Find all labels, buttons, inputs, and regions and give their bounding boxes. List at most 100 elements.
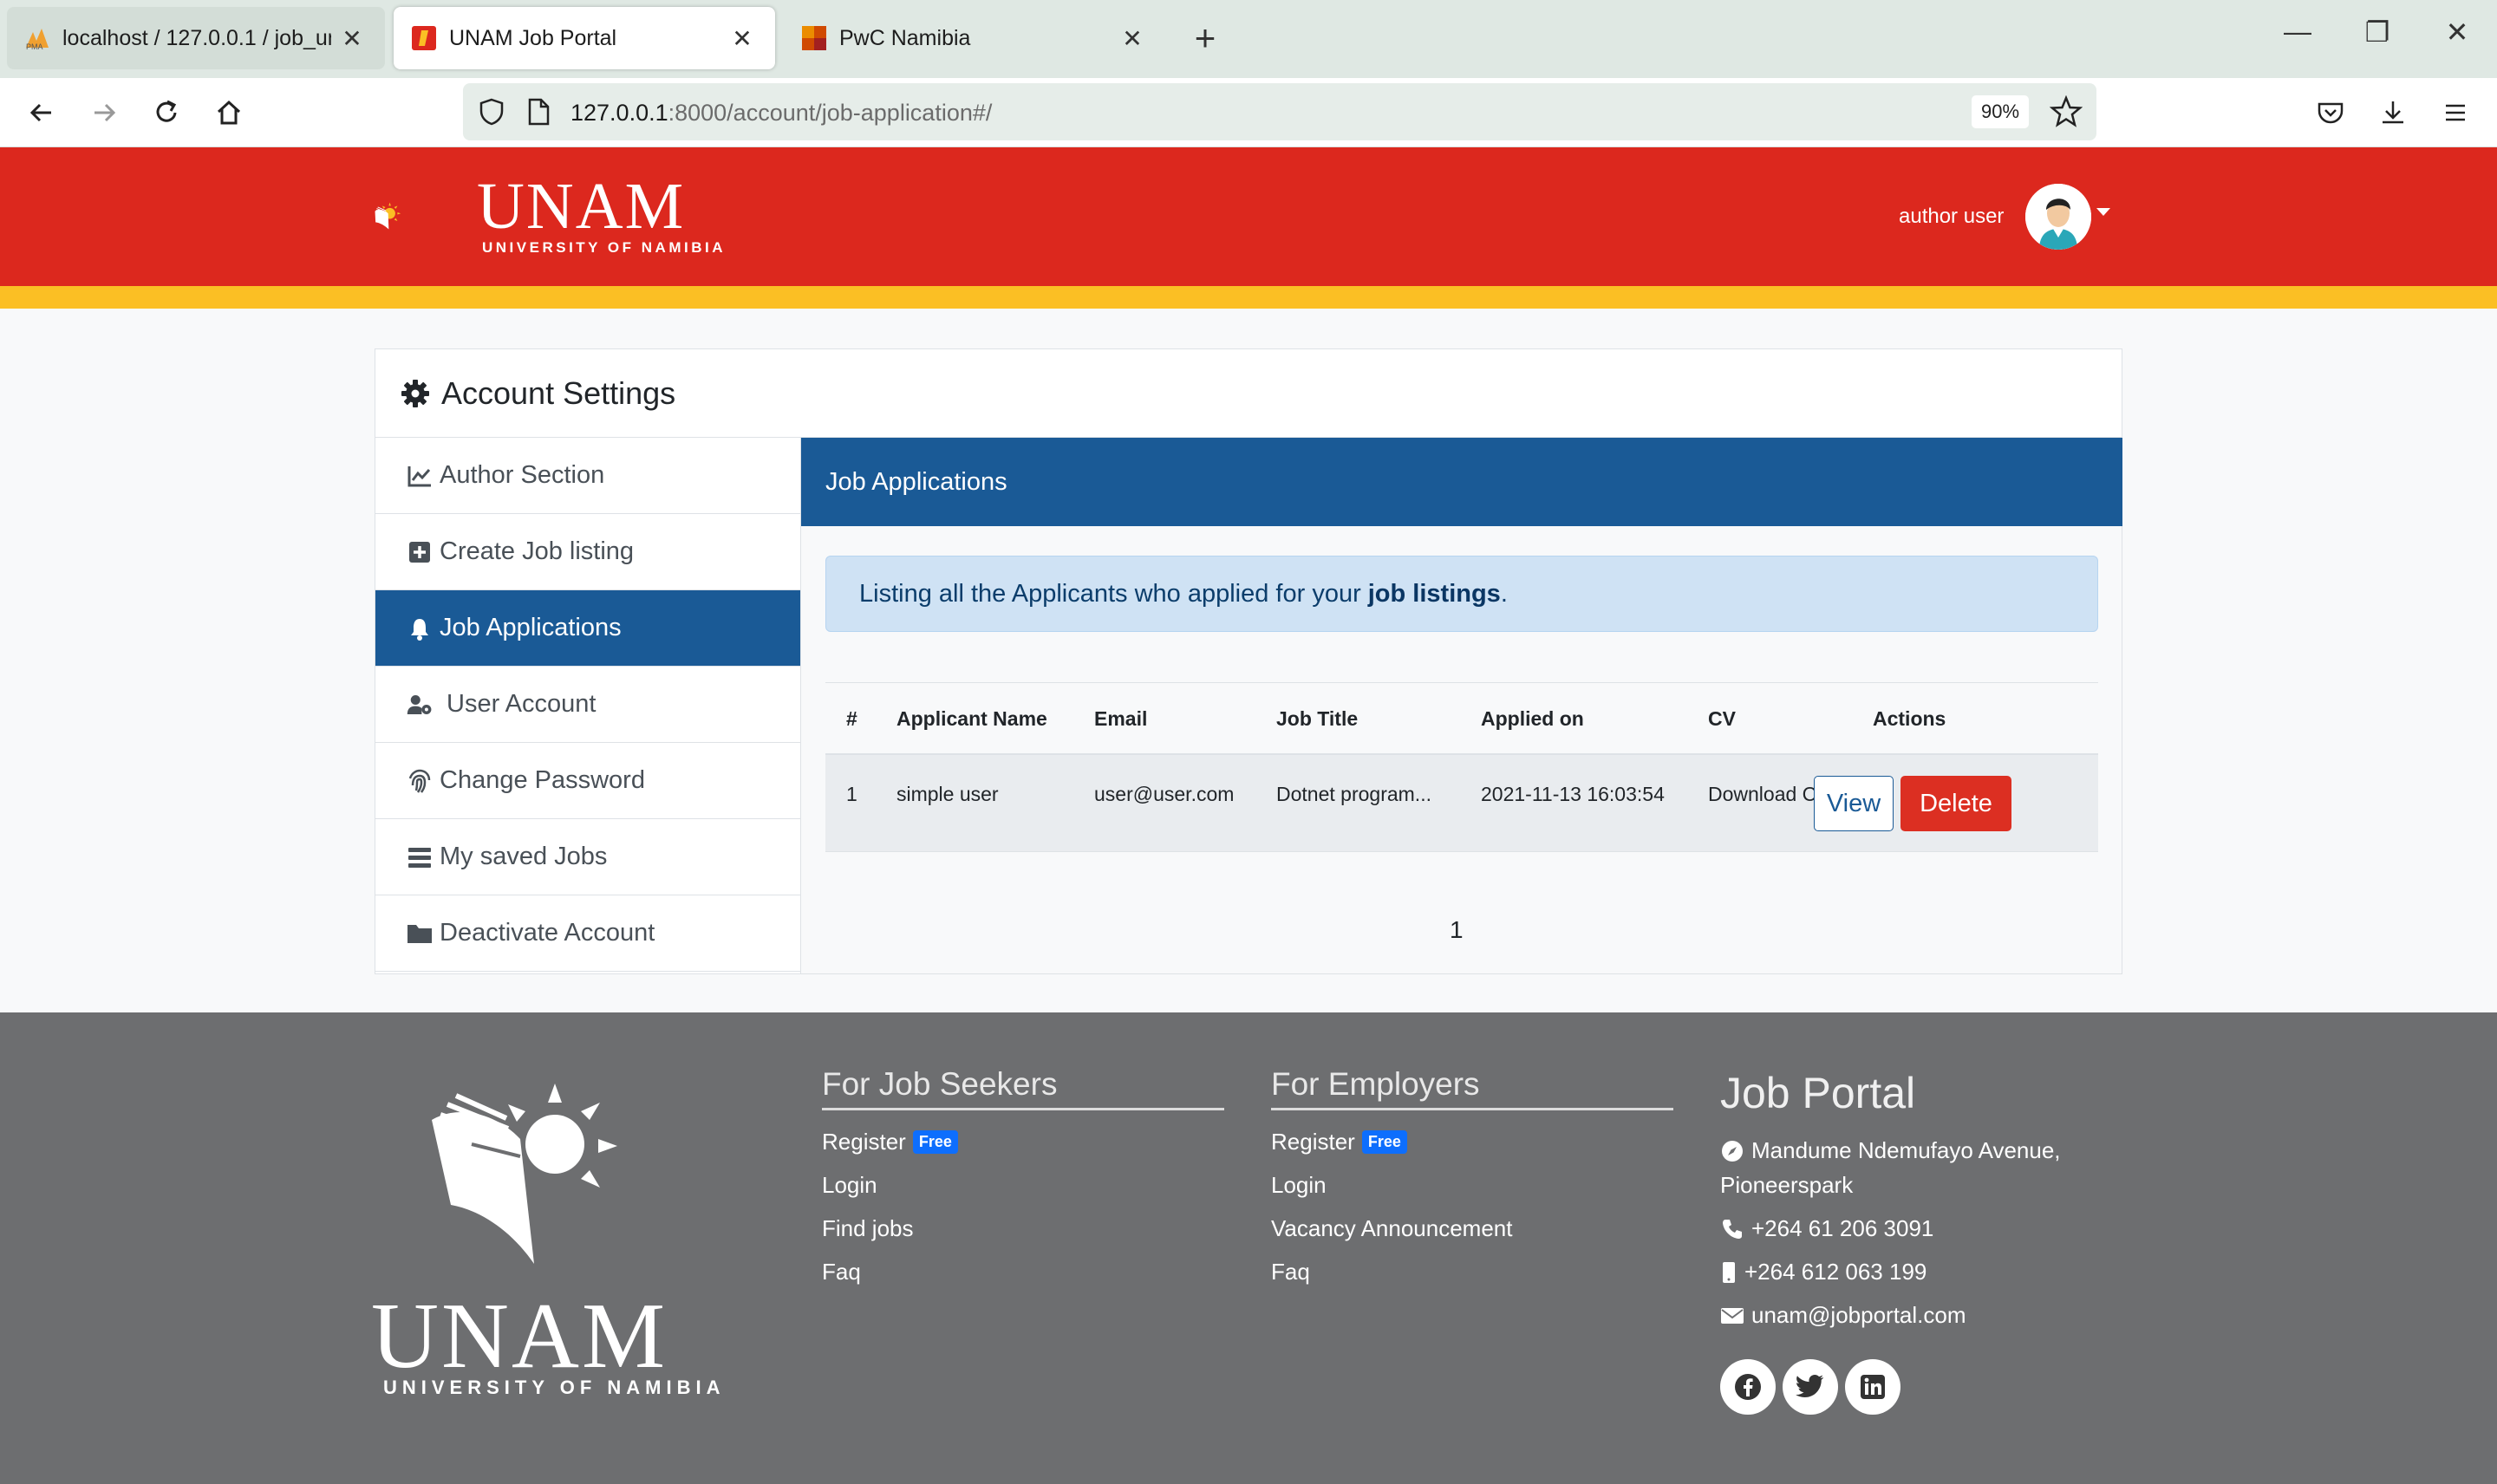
facebook-link[interactable] (1720, 1359, 1776, 1415)
pwc-favicon-icon (802, 26, 826, 50)
menu-button[interactable] (2436, 94, 2474, 132)
view-button[interactable]: View (1814, 776, 1894, 831)
sidebar-item-create-job-listing[interactable]: Create Job listing (375, 514, 800, 590)
info-alert: Listing all the Applicants who applied f… (825, 556, 2098, 632)
tab-title: localhost / 127.0.0.1 / job_unam (62, 25, 331, 50)
restore-window-button[interactable]: ❐ (2351, 16, 2403, 49)
browser-tab-pwc[interactable]: PwC Namibia ✕ (784, 7, 1165, 69)
forward-button[interactable] (85, 94, 123, 132)
home-button[interactable] (210, 94, 248, 132)
sidebar-item-label: Deactivate Account (440, 919, 655, 947)
account-settings-card: Account Settings Author Section Create J… (375, 348, 2122, 974)
free-badge: Free (1361, 1130, 1407, 1154)
minimize-window-button[interactable]: — (2272, 16, 2324, 48)
sidebar-item-label: Create Job listing (440, 537, 635, 565)
plus-square-icon (409, 541, 430, 563)
compass-icon (1722, 1140, 1743, 1162)
close-window-button[interactable]: ✕ (2431, 16, 2483, 49)
job-title: Dotnet program... (1276, 783, 1431, 805)
gear-icon (401, 379, 429, 407)
delete-button[interactable]: Delete (1900, 776, 2011, 831)
page-icon (528, 98, 550, 126)
arrow-right-icon (95, 103, 116, 122)
column-header: Email (1094, 707, 1148, 730)
zoom-level[interactable]: 90% (1972, 95, 2029, 128)
footer-seeker-register-link[interactable]: Register Free (822, 1129, 958, 1155)
footer-employer-login-link[interactable]: Login (1271, 1172, 1327, 1199)
footer-job-portal-title: Job Portal (1720, 1069, 1916, 1117)
chart-line-icon (407, 465, 431, 486)
download-cv-link[interactable]: Download CV (1708, 783, 1830, 806)
downloads-button[interactable] (2374, 94, 2412, 132)
site-footer (0, 1012, 2497, 1484)
unam-logo-icon[interactable] (373, 165, 477, 269)
star-bookmark-icon[interactable] (2050, 95, 2083, 128)
card-title: Account Settings (441, 374, 676, 411)
unam-favicon-icon (412, 26, 436, 50)
bell-icon (411, 618, 428, 641)
footer-seeker-faq-link[interactable]: Faq (822, 1259, 861, 1285)
job-applications-panel: Job Applications Listing all the Applica… (800, 438, 2122, 973)
back-button[interactable] (23, 94, 61, 132)
footer-employer-register-link[interactable]: Register Free (1271, 1129, 1407, 1155)
sidebar-item-label: Change Password (440, 766, 645, 794)
footer-vacancy-link[interactable]: Vacancy Announcement (1271, 1215, 1512, 1242)
applicant-email: user@user.com (1094, 783, 1235, 805)
browser-tab-unam[interactable]: UNAM Job Portal ✕ (394, 7, 775, 69)
reload-icon (156, 100, 177, 122)
user-avatar[interactable] (2025, 184, 2091, 250)
footer-address-line2: Pioneerspark (1720, 1172, 1854, 1198)
footer-find-jobs-link[interactable]: Find jobs (822, 1215, 914, 1242)
footer-seeker-login-link[interactable]: Login (822, 1172, 877, 1199)
phone-icon (1723, 1219, 1742, 1239)
account-sidebar: Author Section Create Job listing Job Ap… (375, 438, 800, 972)
sidebar-item-label: User Account (447, 690, 597, 718)
user-menu-caret-icon[interactable] (2096, 208, 2110, 216)
hamburger-menu-icon (2446, 104, 2465, 121)
footer-logo-subtitle: UNIVERSITY OF NAMIBIA (383, 1377, 726, 1398)
sidebar-item-deactivate-account[interactable]: Deactivate Account (375, 895, 800, 972)
alert-bold-text: job listings (1367, 579, 1501, 608)
sidebar-item-label: Author Section (440, 461, 605, 489)
user-cog-icon (407, 694, 432, 714)
sidebar-item-author-section[interactable]: Author Section (375, 438, 800, 514)
tab-close-icon[interactable]: ✕ (340, 24, 364, 53)
footer-employer-faq-link[interactable]: Faq (1271, 1259, 1310, 1285)
phpmyadmin-favicon-icon: PMA (26, 29, 49, 51)
footer-divider (1271, 1108, 1673, 1110)
footer-address: Mandume Ndemufayo Avenue, (1720, 1137, 2061, 1164)
panel-heading: Job Applications (801, 438, 2122, 526)
browser-tab-phpmyadmin[interactable]: PMA localhost / 127.0.0.1 / job_unam ✕ (7, 7, 385, 69)
linkedin-link[interactable] (1845, 1359, 1900, 1415)
envelope-icon (1721, 1307, 1744, 1324)
column-header: Job Title (1276, 707, 1359, 730)
twitter-link[interactable] (1783, 1359, 1838, 1415)
user-name[interactable]: author user (1899, 205, 2004, 229)
header-logo-subtitle: UNIVERSITY OF NAMIBIA (482, 239, 726, 256)
folder-icon (407, 924, 432, 943)
tab-close-icon[interactable]: ✕ (730, 24, 754, 53)
new-tab-button[interactable]: + (1188, 17, 1222, 59)
download-icon (2383, 101, 2403, 124)
pocket-icon (2318, 102, 2344, 124)
reload-button[interactable] (147, 94, 186, 132)
sidebar-item-change-password[interactable]: Change Password (375, 743, 800, 819)
sidebar-item-user-account[interactable]: User Account (375, 667, 800, 743)
tab-title: PwC Namibia (839, 25, 971, 50)
sidebar-item-my-saved-jobs[interactable]: My saved Jobs (375, 819, 800, 895)
sidebar-item-job-applications[interactable]: Job Applications (375, 590, 800, 667)
mobile-phone-icon (1723, 1261, 1735, 1283)
header-accent-band (0, 286, 2497, 309)
pocket-button[interactable] (2311, 94, 2350, 132)
tab-title: UNAM Job Portal (449, 25, 617, 50)
linkedin-icon (1861, 1375, 1885, 1399)
home-icon (217, 100, 241, 125)
browser-nav-bar: 127.0.0.1:8000/account/job-application#/… (0, 78, 2497, 147)
applied-on: 2021-11-13 16:03:54 (1481, 783, 1665, 805)
url-bar[interactable]: 127.0.0.1:8000/account/job-application#/… (463, 83, 2096, 140)
tab-close-icon[interactable]: ✕ (1120, 24, 1144, 53)
pagination-page-1[interactable]: 1 (1450, 916, 1464, 944)
avatar-icon (2025, 184, 2091, 250)
footer-employers-title: For Employers (1271, 1066, 1480, 1102)
applications-table: # Applicant Name Email Job Title Applied… (825, 682, 2098, 852)
